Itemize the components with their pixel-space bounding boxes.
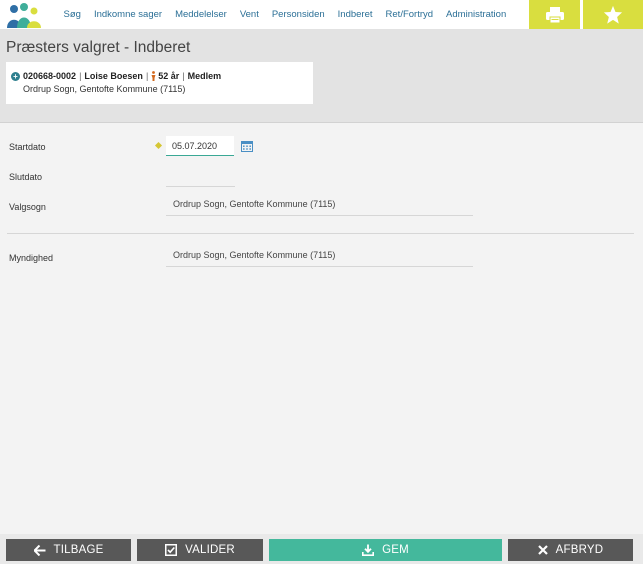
nav-item-meddelelser[interactable]: Meddelelser: [169, 9, 234, 20]
valgsogn-label: Valgsogn: [9, 202, 46, 212]
print-button[interactable]: [529, 0, 580, 29]
person-name: Loise Boesen: [84, 71, 143, 81]
myndighed-label: Myndighed: [9, 253, 54, 263]
valgsogn-field[interactable]: Ordrup Sogn, Gentofte Kommune (7115): [166, 199, 473, 216]
save-button-label: GEM: [382, 544, 409, 556]
startdato-label: Startdato: [9, 142, 46, 152]
nav-item-ret-fortryd[interactable]: Ret/Fortryd: [379, 9, 440, 20]
person-parish: Ordrup Sogn, Gentofte Kommune (7115): [23, 84, 186, 94]
top-navigation-bar: Søg Indkomne sager Meddelelser Vent Pers…: [0, 0, 643, 30]
nav-item-indberet[interactable]: Indberet: [331, 9, 379, 20]
cancel-button-label: AFBRYD: [555, 544, 604, 556]
back-button[interactable]: TILBAGE: [6, 539, 131, 561]
person-icon: [151, 71, 156, 81]
page-title: Præsters valgret - Indberet: [6, 39, 191, 56]
arrow-left-icon: [33, 544, 45, 556]
nav-item-sog[interactable]: Søg: [57, 9, 87, 20]
printer-icon: [545, 6, 564, 23]
back-button-label: TILBAGE: [53, 544, 104, 556]
save-button[interactable]: GEM: [269, 539, 502, 561]
action-bar: TILBAGE VALIDER GEM AFBRYD: [0, 534, 643, 564]
close-icon: [537, 545, 548, 555]
validate-button-label: VALIDER: [185, 544, 235, 556]
validate-button[interactable]: VALIDER: [137, 539, 263, 561]
section-divider: [7, 233, 634, 234]
checkbox-icon: [165, 544, 178, 556]
main-nav: Søg Indkomne sager Meddelelser Vent Pers…: [57, 0, 513, 29]
nav-item-vent[interactable]: Vent: [233, 9, 265, 20]
person-summary: + 020668-0002 | Loise Boesen | 52 år | M…: [11, 71, 221, 81]
person-card: + 020668-0002 | Loise Boesen | 52 år | M…: [6, 62, 313, 104]
cancel-button[interactable]: AFBRYD: [508, 539, 633, 561]
expand-plus-icon[interactable]: +: [11, 71, 20, 81]
calendar-icon[interactable]: [241, 140, 253, 152]
required-indicator: [154, 141, 163, 150]
nav-item-personsiden[interactable]: Personsiden: [265, 9, 331, 20]
person-age: 52 år: [158, 71, 180, 81]
nav-item-administration[interactable]: Administration: [440, 9, 513, 20]
person-cpr: 020668-0002: [23, 71, 77, 81]
startdato-input[interactable]: [166, 136, 234, 156]
star-icon: [603, 5, 623, 24]
slutdato-label: Slutdato: [9, 172, 43, 182]
download-icon: [362, 544, 375, 556]
people-logo[interactable]: [5, 2, 43, 28]
person-status: Medlem: [187, 71, 222, 81]
favorite-button[interactable]: [583, 0, 643, 29]
page-header: Præsters valgret - Indberet + 020668-000…: [0, 30, 643, 123]
slutdato-input[interactable]: [166, 170, 235, 187]
nav-item-indkomne-sager[interactable]: Indkomne sager: [87, 9, 168, 20]
myndighed-field[interactable]: Ordrup Sogn, Gentofte Kommune (7115): [166, 250, 473, 267]
